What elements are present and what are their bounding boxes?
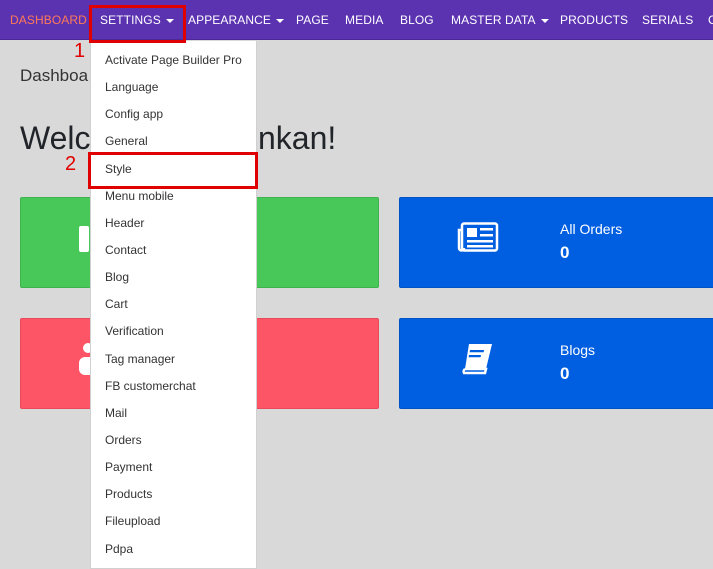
menu-item-blog[interactable]: Blog <box>105 270 129 284</box>
menu-item-general[interactable]: General <box>105 134 148 148</box>
menu-item-fileupload[interactable]: Fileupload <box>105 514 160 528</box>
chevron-down-icon <box>540 18 549 23</box>
annotation-box-settings <box>89 5 186 43</box>
welcome-heading-left: Welc <box>20 120 91 156</box>
newspaper-icon <box>457 222 499 252</box>
page-title: Dashboa <box>20 66 89 85</box>
nav-serials[interactable]: SERIALS <box>642 0 693 40</box>
menu-item-header[interactable]: Header <box>105 216 144 230</box>
menu-item-contact[interactable]: Contact <box>105 243 146 257</box>
stat-card-blogs[interactable]: Blogs 0 <box>399 318 713 409</box>
menu-item-cart[interactable]: Cart <box>105 297 128 311</box>
menu-item-payment[interactable]: Payment <box>105 460 152 474</box>
menu-item-pdpa[interactable]: Pdpa <box>105 542 133 556</box>
nav-dashboard[interactable]: DASHBOARD <box>10 0 87 40</box>
nav-overflow-item[interactable]: C <box>708 0 713 40</box>
stat-card-all-orders[interactable]: All Orders 0 <box>399 197 713 288</box>
menu-item-activate-page-builder-pro[interactable]: Activate Page Builder Pro <box>105 53 242 67</box>
menu-item-products[interactable]: Products <box>105 487 152 501</box>
menu-item-orders[interactable]: Orders <box>105 433 142 447</box>
nav-media[interactable]: MEDIA <box>345 0 384 40</box>
blogs-label: Blogs <box>560 342 596 358</box>
menu-item-language[interactable]: Language <box>105 80 158 94</box>
menu-item-tag-manager[interactable]: Tag manager <box>105 352 175 366</box>
menu-item-fb-customerchat[interactable]: FB customerchat <box>105 379 196 393</box>
menu-item-menu-mobile[interactable]: Menu mobile <box>105 189 174 203</box>
nav-page[interactable]: PAGE <box>296 0 329 40</box>
nav-master-data[interactable]: MASTER DATA <box>451 0 549 40</box>
blogs-value: 0 <box>560 364 570 383</box>
menu-item-verification[interactable]: Verification <box>105 324 164 338</box>
card-icon <box>79 226 89 252</box>
welcome-heading-right: nkan! <box>258 120 337 156</box>
menu-item-mail[interactable]: Mail <box>105 406 127 420</box>
chevron-down-icon <box>276 18 285 23</box>
nav-appearance[interactable]: APPEARANCE <box>188 0 285 40</box>
all-orders-label: All Orders <box>560 221 623 237</box>
menu-item-config-app[interactable]: Config app <box>105 107 163 121</box>
nav-blog[interactable]: BLOG <box>400 0 434 40</box>
book-icon <box>462 344 492 375</box>
nav-master-data-label: MASTER DATA <box>451 13 536 27</box>
nav-products[interactable]: PRODUCTS <box>560 0 628 40</box>
annotation-step-1: 1 <box>74 40 86 62</box>
settings-dropdown-menu: Activate Page Builder Pro Language Confi… <box>90 41 257 569</box>
all-orders-value: 0 <box>560 243 570 262</box>
annotation-box-style <box>88 152 258 189</box>
annotation-step-2: 2 <box>65 153 77 175</box>
nav-appearance-label: APPEARANCE <box>188 13 272 27</box>
